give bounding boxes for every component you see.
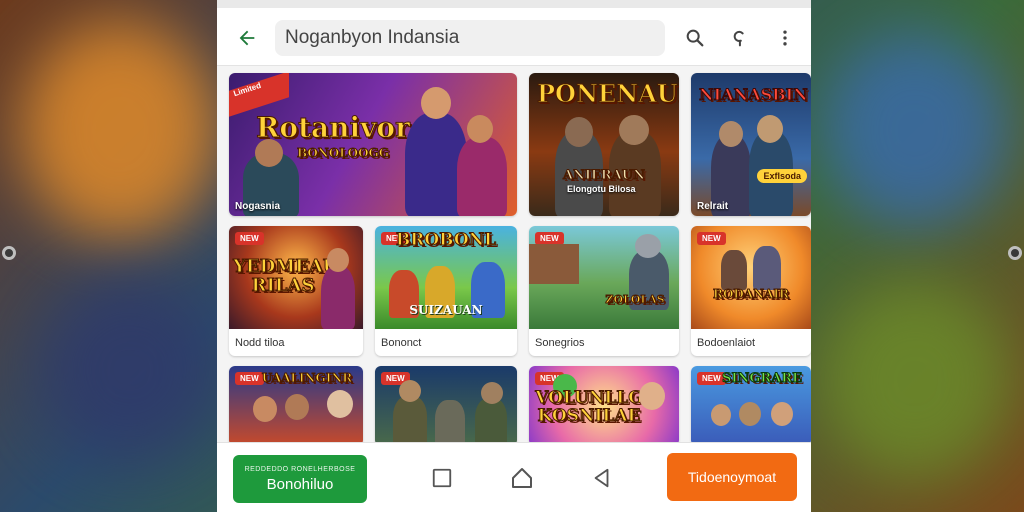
game-card-7[interactable]: NEW VOLUNLLG KOSNILAE bbox=[529, 366, 679, 446]
status-bar bbox=[217, 0, 811, 8]
recent-apps-icon[interactable] bbox=[429, 465, 455, 491]
game-card-8[interactable]: NEW SINGRARE bbox=[691, 366, 811, 446]
featured-card-3[interactable]: NIANASBIN Exflsoda Relrait bbox=[691, 73, 811, 216]
home-icon[interactable] bbox=[509, 465, 535, 491]
game-title-5: UAALINGINR bbox=[261, 371, 353, 385]
bottom-navigation-bar: REDDEDDO RONELHERBOSE Bonohiluo Tidoenoy… bbox=[217, 442, 811, 512]
featured-tag-3: Exflsoda bbox=[757, 169, 807, 183]
game-thumb-2: NEW BROBONL SUIZAUAN bbox=[375, 226, 517, 329]
game-thumb-1: NEW YEDMEAU RILAS bbox=[229, 226, 363, 329]
featured-title-1: Rotanivor bbox=[256, 111, 411, 144]
game-thumb-6: NEW bbox=[375, 366, 517, 446]
game-thumb-3: NEW ZOLOLAS bbox=[529, 226, 679, 329]
new-badge: NEW bbox=[697, 232, 726, 245]
game-title-4: RODANAIR bbox=[712, 287, 789, 301]
game-title-7: VOLUNLLG KOSNILAE bbox=[535, 388, 644, 426]
featured-title-3: NIANASBIN bbox=[699, 85, 809, 104]
voice-search-icon[interactable] bbox=[723, 22, 755, 54]
game-card-4[interactable]: NEW RODANAIR Bodoenlaiot bbox=[691, 226, 811, 356]
game-title-8: SINGRARE bbox=[721, 371, 803, 386]
game-caption-1: Nodd tiloa bbox=[235, 337, 285, 349]
search-query: Noganbyon Indansia bbox=[285, 27, 460, 48]
search-icon[interactable] bbox=[679, 22, 711, 54]
more-vert-icon[interactable] bbox=[769, 22, 801, 54]
featured-subtitle-1: BONOLOOGG bbox=[296, 146, 390, 160]
featured-card-2[interactable]: PONENAUN ANIERAUN Elongotu Bilosa bbox=[529, 73, 679, 216]
green-button-small-text: REDDEDDO RONELHERBOSE bbox=[244, 465, 356, 473]
green-action-button[interactable]: REDDEDDO RONELHERBOSE Bonohiluo bbox=[233, 455, 367, 503]
game-card-1[interactable]: NEW YEDMEAU RILAS Nodd tiloa bbox=[229, 226, 363, 356]
game-card-3[interactable]: NEW ZOLOLAS Sonegrios bbox=[529, 226, 679, 356]
featured-label-2: Elongotu Bilosa bbox=[567, 184, 636, 194]
left-edge-dot-icon bbox=[2, 246, 16, 260]
featured-thumb-1: Limited Rotanivor BONOLOOGG Nogasnia bbox=[229, 73, 517, 216]
game-caption-3: Sonegrios bbox=[535, 337, 585, 349]
arrow-left-icon[interactable] bbox=[231, 22, 263, 54]
game-title-3: ZOLOLAS bbox=[605, 293, 665, 306]
new-badge: NEW bbox=[235, 232, 264, 245]
game-thumb-5: NEW UAALINGINR bbox=[229, 366, 363, 446]
game-caption-4: Bodoenlaiot bbox=[697, 337, 756, 349]
game-thumb-4: NEW RODANAIR bbox=[691, 226, 811, 329]
orange-button-label: Tidoenoymoat bbox=[687, 469, 777, 485]
featured-card-1[interactable]: Limited Rotanivor BONOLOOGG Nogasnia bbox=[229, 73, 517, 216]
orange-action-button[interactable]: Tidoenoymoat bbox=[667, 453, 797, 501]
featured-title-2: PONENAUN bbox=[537, 79, 680, 108]
game-card-2[interactable]: NEW BROBONL SUIZAUAN Bononct bbox=[375, 226, 517, 356]
back-nav-icon[interactable] bbox=[589, 465, 615, 491]
game-title-2: BROBONL bbox=[395, 230, 497, 250]
game-subtitle-2: SUIZAUAN bbox=[409, 303, 483, 317]
featured-thumb-3: NIANASBIN Exflsoda Relrait bbox=[691, 73, 811, 216]
game-card-6[interactable]: NEW bbox=[375, 366, 517, 446]
featured-subtitle-2: ANIERAUN bbox=[562, 168, 646, 183]
featured-label-3: Relrait bbox=[697, 201, 729, 212]
app-bar: Noganbyon Indansia bbox=[217, 8, 811, 66]
game-thumb-7: NEW VOLUNLLG KOSNILAE bbox=[529, 366, 679, 446]
green-button-label: Bonohiluo bbox=[266, 475, 334, 493]
right-edge-dot-icon bbox=[1008, 246, 1022, 260]
featured-thumb-2: PONENAUN ANIERAUN Elongotu Bilosa bbox=[529, 73, 679, 216]
game-caption-2: Bononct bbox=[381, 337, 422, 349]
game-title-1: YEDMEAU RILAS bbox=[233, 256, 340, 296]
game-thumb-8: NEW SINGRARE bbox=[691, 366, 811, 446]
game-card-5[interactable]: NEW UAALINGINR bbox=[229, 366, 363, 446]
phone-screen: Noganbyon Indansia Limited Rotanivor BON… bbox=[217, 0, 811, 512]
search-input[interactable]: Noganbyon Indansia bbox=[275, 20, 665, 56]
featured-label-1: Nogasnia bbox=[235, 201, 281, 212]
